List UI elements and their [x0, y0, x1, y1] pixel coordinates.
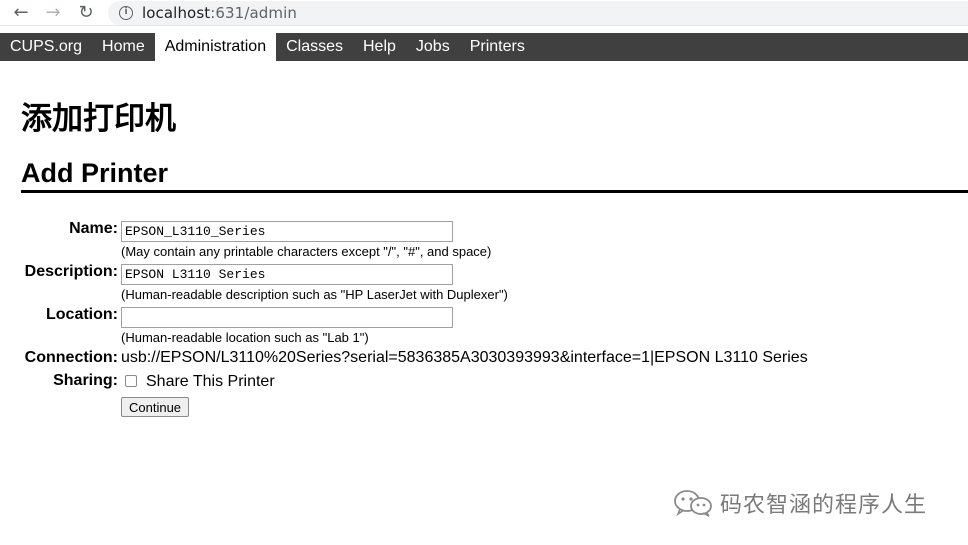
- wechat-icon: [674, 490, 712, 517]
- connection-label: Connection:: [24, 349, 118, 366]
- menu-item-administration[interactable]: Administration: [154, 33, 277, 61]
- forward-arrow-icon[interactable]: →: [43, 3, 63, 23]
- description-label: Description:: [24, 263, 118, 280]
- name-hint: (May contain any printable characters ex…: [121, 244, 492, 259]
- browser-toolbar: ← → ↻ i localhost:631/admin: [0, 0, 968, 26]
- menu-item-home[interactable]: Home: [92, 33, 155, 61]
- name-label: Name:: [69, 220, 118, 237]
- location-hint: (Human-readable location such as "Lab 1"…: [121, 330, 369, 345]
- section-title: Add Printer: [21, 158, 169, 188]
- description-hint: (Human-readable description such as "HP …: [121, 287, 508, 302]
- menu-item-classes[interactable]: Classes: [276, 33, 353, 61]
- location-label: Location:: [46, 306, 118, 323]
- share-printer-checkbox[interactable]: [125, 375, 137, 387]
- menu-item-cups-org[interactable]: CUPS.org: [0, 33, 92, 61]
- menu-item-jobs[interactable]: Jobs: [406, 33, 460, 61]
- main-menu-bar: CUPS.org Home Administration Classes Hel…: [0, 33, 968, 61]
- share-printer-label[interactable]: Share This Printer: [146, 373, 275, 391]
- menu-item-printers[interactable]: Printers: [460, 33, 535, 61]
- location-input[interactable]: [121, 307, 453, 328]
- connection-value: usb://EPSON/L3110%20Series?serial=583638…: [121, 349, 808, 366]
- section-divider: [21, 190, 968, 193]
- url-host: localhost: [142, 4, 211, 22]
- sharing-label: Sharing:: [53, 372, 118, 389]
- address-bar[interactable]: i localhost:631/admin: [108, 1, 968, 25]
- url-path: :631/admin: [210, 4, 297, 22]
- back-arrow-icon[interactable]: ←: [11, 3, 31, 23]
- continue-button[interactable]: Continue: [121, 397, 190, 417]
- menu-item-help[interactable]: Help: [353, 33, 406, 61]
- description-input[interactable]: [121, 264, 453, 285]
- reload-icon[interactable]: ↻: [76, 3, 96, 23]
- url-text[interactable]: localhost:631/admin: [142, 4, 297, 22]
- page-title: 添加打印机: [21, 101, 176, 137]
- watermark: 码农智涵的程序人生: [672, 487, 927, 519]
- name-input[interactable]: [121, 221, 453, 242]
- site-info-icon[interactable]: i: [119, 6, 133, 20]
- watermark-text: 码农智涵的程序人生: [720, 493, 928, 518]
